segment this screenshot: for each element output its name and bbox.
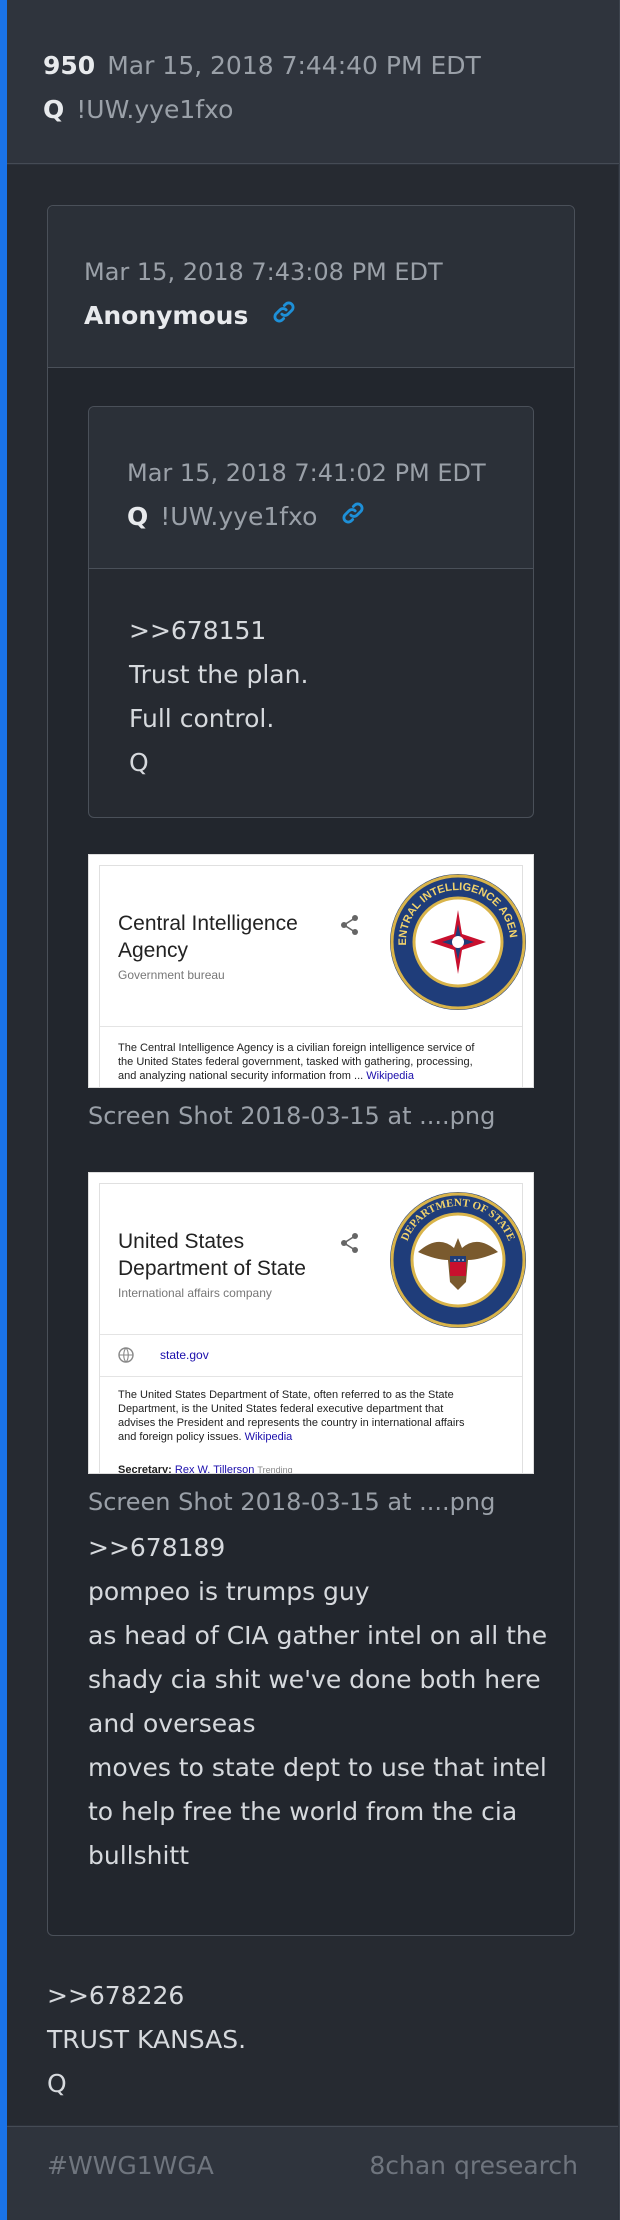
attachment-thumbnail[interactable]: United States Department of State Intern…: [88, 1172, 534, 1474]
knowledge-card: Central Intelligence Agency Government b…: [99, 865, 526, 1087]
quoted-post-author: Anonymous: [84, 301, 249, 330]
quoted-post-date: Mar 15, 2018 7:43:08 PM EDT: [84, 258, 443, 286]
post-footer: #WWG1WGA 8chan qresearch: [7, 2126, 618, 2220]
source-label: 8chan qresearch: [369, 2151, 578, 2180]
text-line: Trust the plan.: [129, 660, 309, 689]
secretary-link[interactable]: Rex W. Tillerson: [175, 1464, 254, 1473]
wikipedia-link[interactable]: Wikipedia: [366, 1070, 414, 1082]
text-line: shady cia shit we've done both here: [88, 1665, 541, 1694]
quoted-post: Mar 15, 2018 7:43:08 PM EDT Anonymous Ma…: [47, 205, 575, 1936]
author-name: Q: [43, 95, 65, 124]
globe-icon: [118, 1347, 134, 1363]
nested-quoted-post-date: Mar 15, 2018 7:41:02 PM EDT: [127, 459, 486, 487]
quoted-post-text: >>678189 pompeo is trumps guy as head of…: [88, 1526, 547, 1878]
nested-author-name: Q: [127, 502, 149, 531]
secretary-row: Secretary: Rex W. Tillerson Trending: [118, 1464, 293, 1474]
text-line: and overseas: [88, 1709, 256, 1738]
text-line: pompeo is trumps guy: [88, 1577, 370, 1606]
card-description: The United States Department of State, o…: [118, 1389, 465, 1443]
card-title-line1: United States: [118, 1230, 245, 1253]
attachment-state-department[interactable]: United States Department of State Intern…: [88, 1172, 534, 1522]
text-line: Q: [47, 2069, 67, 2098]
nested-post-text: >>678151 Trust the plan. Full control. Q: [89, 569, 533, 785]
cia-seal-icon: CENTRAL INTELLIGENCE AGENCY: [388, 872, 526, 1010]
post-reference-link[interactable]: >>678151: [129, 609, 533, 653]
text-line: Full control.: [129, 704, 275, 733]
attachment-caption: Screen Shot 2018-03-15 at ....png: [88, 1488, 496, 1516]
quoted-post-header: Mar 15, 2018 7:43:08 PM EDT Anonymous: [48, 206, 574, 368]
nested-author-tripcode: !UW.yye1fxo: [160, 502, 318, 531]
card-title-line2: Agency: [118, 939, 189, 962]
attachment-cia[interactable]: Central Intelligence Agency Government b…: [88, 854, 534, 1136]
text-line: as head of CIA gather intel on all the: [88, 1621, 548, 1650]
card-title-line1: Central Intelligence: [118, 912, 298, 935]
attachment-thumbnail[interactable]: Central Intelligence Agency Government b…: [88, 854, 534, 1088]
post-text: >>678226 TRUST KANSAS. Q: [47, 1974, 246, 2106]
website-link[interactable]: state.gov: [160, 1348, 209, 1362]
post-number[interactable]: 950: [43, 51, 95, 80]
card-subtitle: Government bureau: [118, 968, 225, 982]
text-line: moves to state dept to use that intel: [88, 1753, 547, 1782]
card-title-line2: Department of State: [118, 1257, 306, 1280]
post-reference-link[interactable]: >>678189: [88, 1526, 547, 1570]
post-date: Mar 15, 2018 7:44:40 PM EDT: [107, 51, 481, 80]
card-subtitle: International affairs company: [118, 1286, 272, 1300]
text-line: TRUST KANSAS.: [47, 2025, 247, 2054]
link-icon[interactable]: [271, 295, 297, 339]
author-tripcode: !UW.yye1fxo: [76, 95, 234, 124]
post-body: Mar 15, 2018 7:43:08 PM EDT Anonymous Ma…: [7, 165, 618, 2125]
nested-quoted-post: Mar 15, 2018 7:41:02 PM EDT Q !UW.yye1fxo…: [88, 406, 534, 818]
text-line: Q: [129, 748, 149, 777]
wikipedia-link[interactable]: Wikipedia: [245, 1431, 293, 1443]
share-icon: [341, 1233, 358, 1253]
text-line: to help free the world from the cia: [88, 1797, 518, 1826]
attachment-caption: Screen Shot 2018-03-15 at ....png: [88, 1102, 496, 1130]
nested-quoted-post-header: Mar 15, 2018 7:41:02 PM EDT Q !UW.yye1fxo: [89, 407, 533, 569]
share-icon: [341, 915, 358, 935]
post-reference-link[interactable]: >>678226: [47, 1974, 246, 2018]
state-department-seal-icon: DEPARTMENT OF STATE: [390, 1192, 526, 1328]
link-icon[interactable]: [340, 496, 366, 540]
card-description: The Central Intelligence Agency is a civ…: [118, 1042, 475, 1082]
hashtag: #WWG1WGA: [47, 2151, 214, 2180]
text-line: bullshitt: [88, 1841, 190, 1870]
post-header: 950 Mar 15, 2018 7:44:40 PM EDT Q !UW.yye1…: [7, 0, 619, 164]
knowledge-card: United States Department of State Intern…: [99, 1183, 526, 1474]
